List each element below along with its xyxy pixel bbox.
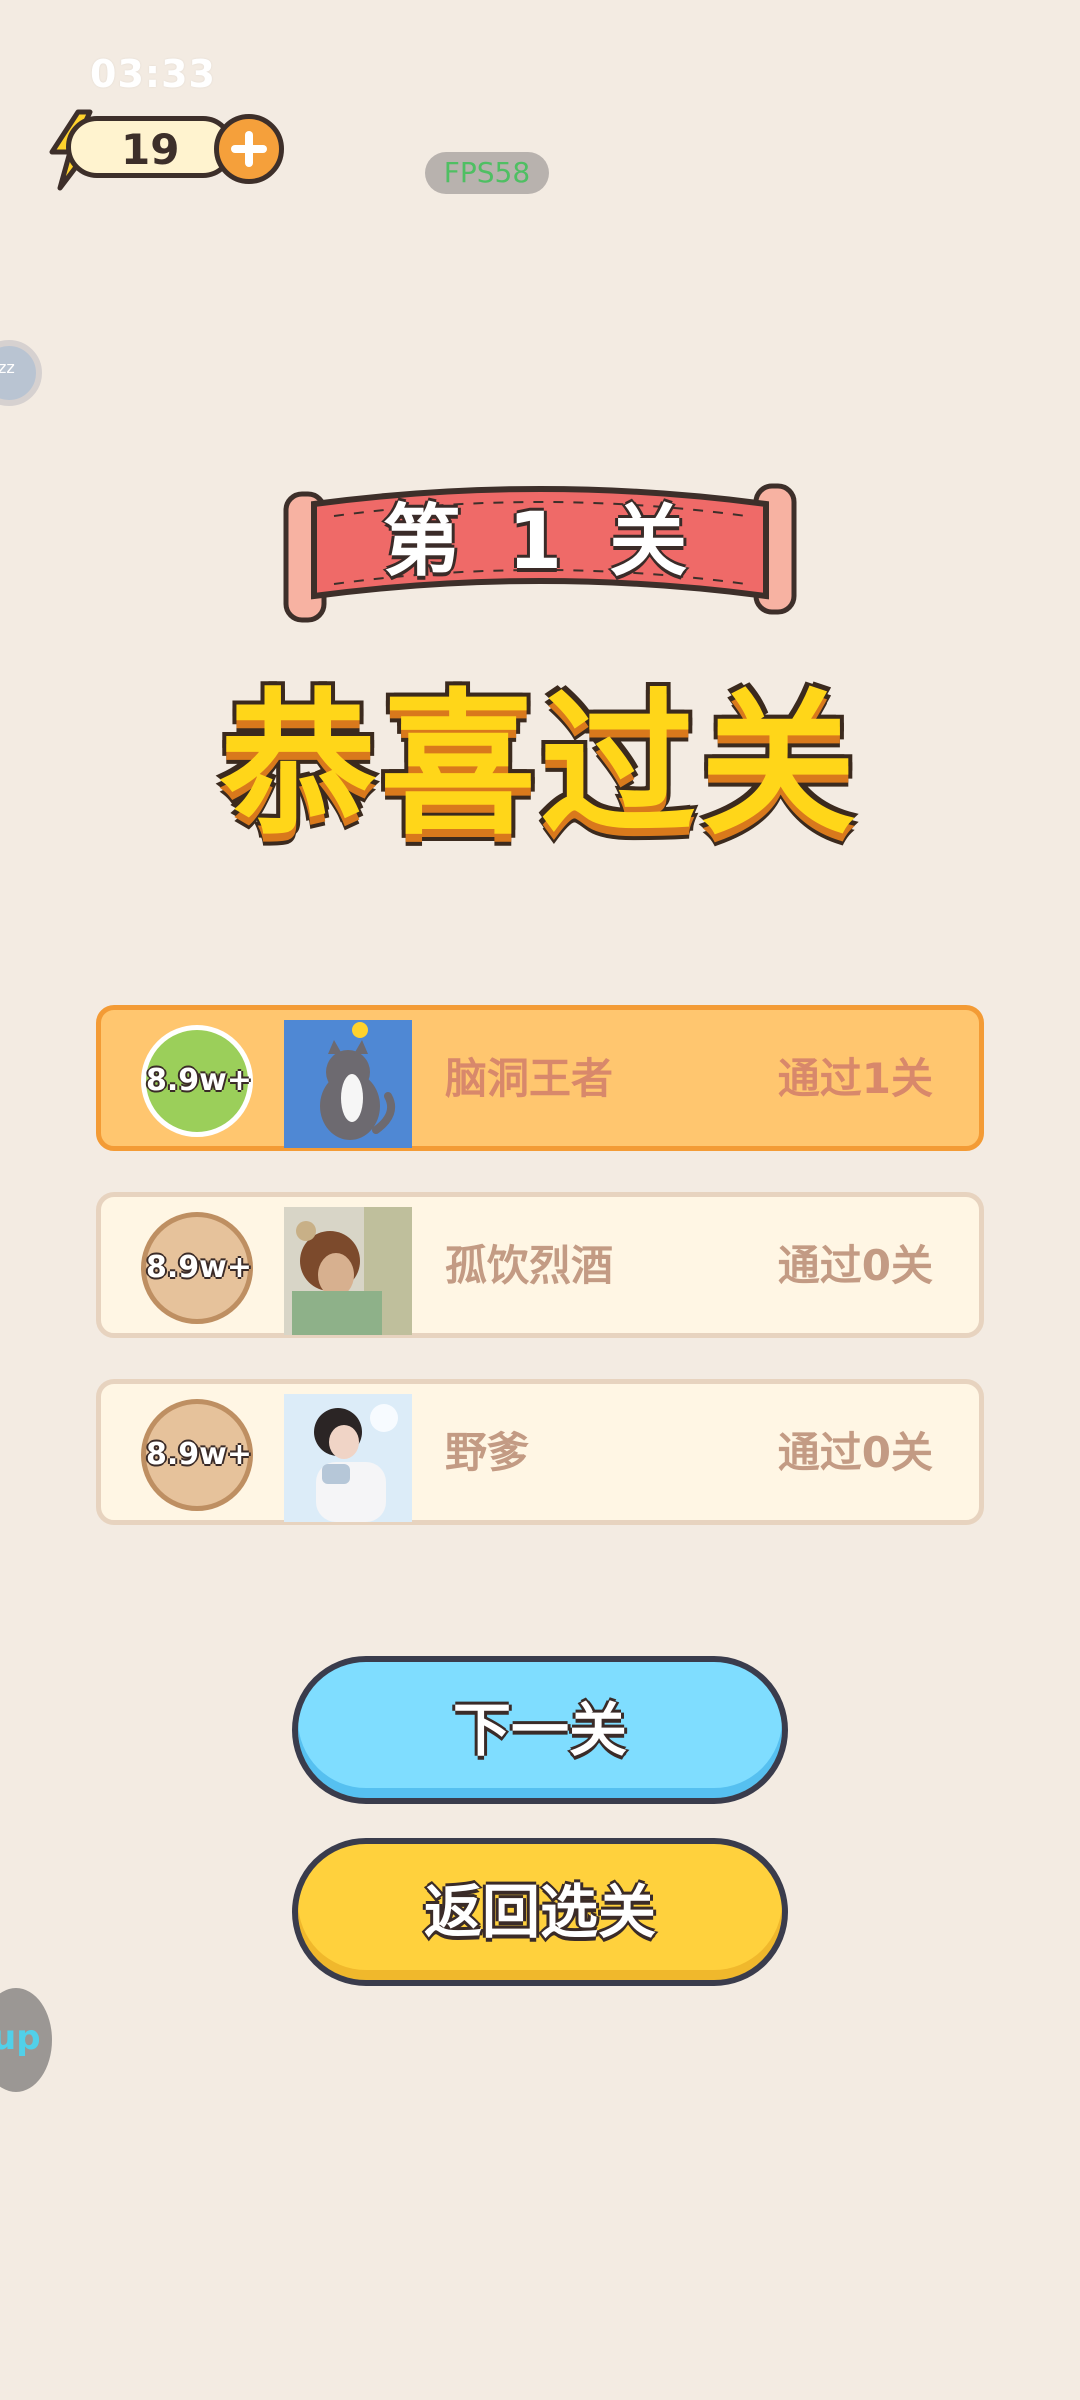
score-badge: 8.9w+ bbox=[141, 1399, 253, 1511]
progress-text: 通过0关 bbox=[777, 1428, 933, 1477]
avatar bbox=[284, 1020, 412, 1148]
progress-text: 通过0关 bbox=[777, 1241, 933, 1290]
score-badge: 8.9w+ bbox=[141, 1212, 253, 1324]
next-level-button[interactable]: 下一关 bbox=[292, 1656, 788, 1804]
progress-text: 通过1关 bbox=[777, 1054, 933, 1103]
score-badge: 8.9w+ bbox=[141, 1025, 253, 1137]
floating-zz-button[interactable]: zz bbox=[0, 340, 42, 406]
energy-counter: 19 bbox=[66, 116, 234, 178]
level-label: 第 1 关 bbox=[382, 497, 698, 587]
energy-count: 19 bbox=[121, 125, 180, 174]
ranking-row: 8.9w+ 脑洞王者 通过1关 bbox=[96, 1005, 984, 1151]
ranking-row: 8.9w+ 孤饮烈酒 通过0关 bbox=[96, 1192, 984, 1338]
floating-up-button[interactable]: up bbox=[0, 1988, 52, 2092]
player-name: 脑洞王者 bbox=[445, 1054, 614, 1103]
floating-up-label: up bbox=[0, 2018, 41, 2058]
ranking-row: 8.9w+ 野爹 通过0关 bbox=[96, 1379, 984, 1525]
add-energy-button[interactable] bbox=[214, 114, 284, 184]
avatar bbox=[284, 1394, 412, 1522]
back-to-levels-button[interactable]: 返回选关 bbox=[292, 1838, 788, 1986]
floating-zz-label: zz bbox=[0, 358, 15, 377]
player-name: 孤饮烈酒 bbox=[445, 1241, 614, 1290]
player-name: 野爹 bbox=[445, 1428, 530, 1477]
fps-badge: FPS58 bbox=[425, 152, 549, 194]
congrats-title: 恭喜过关 bbox=[220, 674, 860, 856]
avatar bbox=[284, 1207, 412, 1335]
plus-icon bbox=[231, 131, 267, 167]
status-time: 03:33 bbox=[90, 52, 216, 96]
